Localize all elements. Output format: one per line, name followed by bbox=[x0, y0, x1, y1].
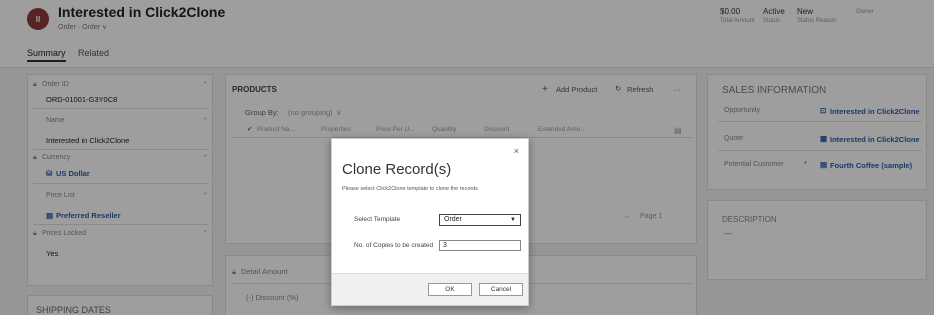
dialog-title: Clone Record(s) bbox=[342, 161, 452, 178]
dropdown-arrow-icon: ▼ bbox=[510, 217, 516, 223]
copies-label: No. of Copies to be created bbox=[354, 242, 434, 249]
close-icon[interactable]: × bbox=[514, 146, 519, 156]
template-select[interactable]: Order ▼ bbox=[439, 214, 521, 226]
copies-input[interactable]: 3 bbox=[439, 240, 521, 251]
dialog-description: Please select Click2Clone template to cl… bbox=[342, 186, 479, 192]
dialog-footer: OK Cancel bbox=[332, 273, 528, 305]
clone-record-dialog: × Clone Record(s) Please select Click2Cl… bbox=[331, 138, 529, 306]
cancel-button[interactable]: Cancel bbox=[479, 283, 523, 296]
ok-button[interactable]: OK bbox=[428, 283, 472, 296]
template-label: Select Template bbox=[354, 216, 401, 223]
